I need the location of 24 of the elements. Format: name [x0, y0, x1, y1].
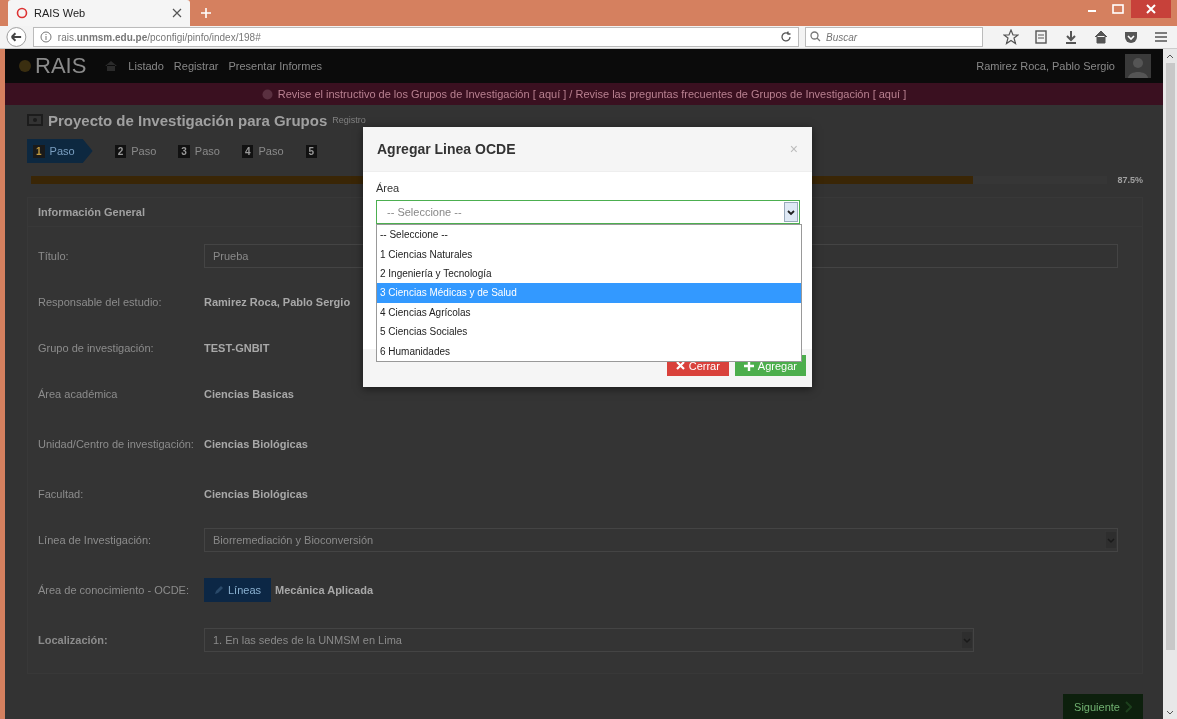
field-label: Título:	[38, 249, 70, 264]
field-label: Facultad:	[38, 487, 85, 502]
field-label: Responsable del estudio:	[38, 295, 163, 310]
field-value: Ciencias Basicas	[204, 388, 294, 400]
page-title: Proyecto de Investigación para Grupos	[48, 111, 328, 129]
page-subtitle: Registro	[332, 115, 366, 125]
field-value: TEST-GNBIT	[204, 342, 270, 354]
field-value: Mecánica Aplicada	[275, 584, 374, 596]
field-value: Ciencias Biológicas	[204, 438, 308, 450]
progress-reading: 87.5%	[1117, 175, 1143, 185]
field-value: Ciencias Biológicas	[204, 488, 308, 500]
field-label: Línea de Investigación:	[38, 533, 153, 548]
field-label: Área	[376, 182, 401, 194]
modal-title: Agregar Linea OCDE	[377, 141, 516, 157]
url-text: rais.unmsm.edu.pe/pconfigi/pinfo/index/198#	[57, 31, 262, 43]
field-label: Localización:	[38, 633, 109, 648]
notice-text: Revise el instructivo de los Grupos de Investigación [ aquí ] / Revise las preguntas frecuentes de Grupos de Investigación [ aquí ]	[277, 88, 907, 100]
field-label: Unidad/Centro de investigación:	[38, 437, 195, 452]
tab-title: RAIS Web	[34, 7, 87, 19]
field-value: Ramirez Roca, Pablo Sergio	[204, 296, 351, 308]
field-label: Grupo de investigación:	[38, 341, 155, 356]
panel-title: Información General	[38, 206, 145, 218]
field-label: Área académica	[38, 387, 119, 402]
field-label: Área de conocimiento - OCDE:	[38, 583, 190, 598]
